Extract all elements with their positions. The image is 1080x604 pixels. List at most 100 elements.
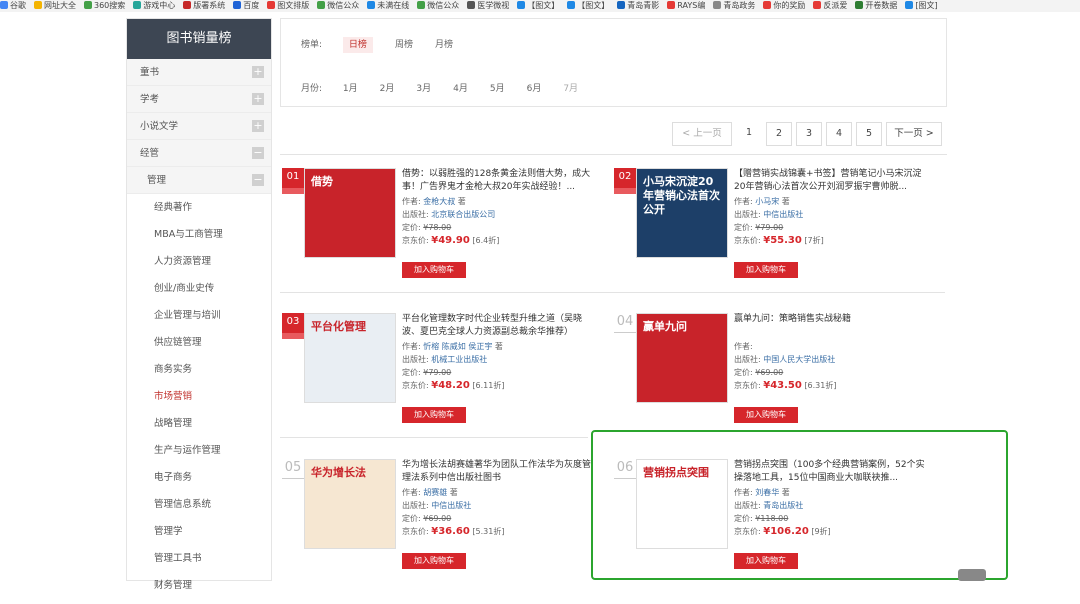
add-to-cart-button[interactable]: 加入购物车 [734,407,798,423]
bookmark-item[interactable]: 医学微视 [467,0,509,12]
month-option[interactable]: 2月 [380,84,395,94]
book-cover[interactable]: 华为增长法 [304,459,396,549]
book-card: 01 借势 借势：以弱胜强的128条黄金法则借大势，成大事！广告界鬼才金枪大叔20年… [282,168,612,313]
bookmark-item[interactable]: 青岛青影 [617,0,659,12]
bookmark-item[interactable]: 网址大全 [34,0,76,12]
collapse-icon[interactable]: − [252,174,264,186]
next-page-button[interactable]: 下一页 > [886,122,942,146]
book-jd-price: 京东价: ¥49.90 [6.4折] [402,235,500,246]
book-publisher: 出版社: 北京联合出版公司 [402,210,496,219]
ranking-option[interactable]: 日榜 [342,37,373,53]
month-option[interactable]: 7月 [563,84,578,94]
sidebar-category[interactable]: 小说文学 + [127,113,271,140]
bookmark-item[interactable]: 开卷数据 [855,0,897,12]
sidebar-item[interactable]: 管理工具书 [127,545,271,572]
book-list-price: 定价: ¥69.00 [402,514,452,523]
book-title[interactable]: 借势：以弱胜强的128条黄金法则借大势，成大事！广告界鬼才金枪大叔20年实战经验… [402,168,598,195]
bookmark-item[interactable]: 你的奖励 [763,0,805,12]
bookmark-item[interactable]: 反派爱 [813,0,847,12]
book-list-price: 定价: ¥79.00 [734,223,784,232]
scrollbar-thumb[interactable] [958,569,986,581]
month-option[interactable]: 6月 [527,84,542,94]
sidebar-item[interactable]: 商务实务 [127,356,271,383]
month-option[interactable]: 3月 [416,84,431,94]
bookmark-item[interactable]: 谷歌 [0,0,26,12]
book-cover[interactable]: 赢单九问 [636,313,728,403]
sidebar-item[interactable]: 企业管理与培训 [127,302,271,329]
sidebar-item[interactable]: 创业/商业史传 [127,275,271,302]
ranking-option[interactable]: 周榜 [395,40,413,50]
book-cover[interactable]: 平台化管理 [304,313,396,403]
page-5[interactable]: 5 [856,122,882,146]
book-list-price: 定价: ¥69.00 [734,368,784,377]
sidebar-category[interactable]: 经管 − [127,140,271,167]
month-option[interactable]: 4月 [453,84,468,94]
sidebar-item[interactable]: MBA与工商管理 [127,221,271,248]
sidebar-item[interactable]: 财务管理 [127,572,271,599]
sidebar-item[interactable]: 生产与运作管理 [127,437,271,464]
expand-icon[interactable]: + [252,93,264,105]
book-author: 作者: 金枪大叔 著 [402,197,466,206]
bookmark-icon [233,1,242,9]
sidebar-item[interactable]: 经典著作 [127,194,271,221]
sidebar-item[interactable]: 管理学 [127,518,271,545]
book-cover[interactable]: 借势 [304,168,396,258]
sidebar-item[interactable]: 市场营销 [127,383,271,410]
book-cover[interactable]: 小马宋沉淀20年营销心法首次公开 [636,168,728,258]
bookmark-icon [84,1,92,9]
sidebar-category[interactable]: 童书 + [127,59,271,86]
sidebar-item[interactable]: 管理信息系统 [127,491,271,518]
bookmark-item[interactable]: 游戏中心 [133,0,175,12]
collapse-icon[interactable]: − [252,147,264,159]
book-title[interactable]: 平台化管理数字时代企业转型升维之道（吴晓波、夏巴克全球人力资源副总裁余华推荐） [402,313,598,340]
book-list-price: 定价: ¥79.00 [402,368,452,377]
add-to-cart-button[interactable]: 加入购物车 [402,553,466,569]
sidebar-item[interactable]: 人力资源管理 [127,248,271,275]
month-option[interactable]: 1月 [343,84,358,94]
bookmark-icon [905,1,914,9]
book-author: 作者: 忻榕 陈威如 侯正宇 著 [402,342,503,351]
bookmark-item[interactable]: 微信公众 [417,0,459,12]
bookmark-item[interactable]: 青岛政务 [713,0,755,12]
category-sidebar: 图书销量榜 童书 + 学考 + 小说文学 + 经管 − 管理 − 经典著作 MBA与工商管理 人力… [126,18,272,591]
book-title[interactable]: 【赠营销实战锦囊+书签】营销笔记小马宋沉淀20年营销心法首次公开刘润罗振宇曹帅脱… [734,168,930,195]
ranking-option[interactable]: 月榜 [435,40,453,50]
sidebar-item[interactable]: 电子商务 [127,464,271,491]
bookmark-item[interactable]: 【图文】 [567,0,609,12]
page-4[interactable]: 4 [826,122,852,146]
book-author: 作者: [734,342,753,351]
bookmark-item[interactable]: RAYS编 [667,0,705,12]
add-to-cart-button[interactable]: 加入购物车 [402,262,466,278]
expand-icon[interactable]: + [252,66,264,78]
page-1[interactable]: 1 [736,122,762,146]
expand-icon[interactable]: + [252,120,264,132]
book-info: 【赠营销实战锦囊+书签】营销笔记小马宋沉淀20年营销心法首次公开刘润罗振宇曹帅脱… [734,168,930,247]
bookmark-item[interactable]: 微信公众 [317,0,359,12]
bookmark-item[interactable]: 百度 [233,0,259,12]
rank-badge: 02 [614,168,636,194]
bookmark-item[interactable]: [图文] [905,0,938,12]
sidebar-item[interactable]: 战略管理 [127,410,271,437]
page-2[interactable]: 2 [766,122,792,146]
sidebar-item[interactable]: 供应链管理 [127,329,271,356]
subcategory-management[interactable]: 管理 − [127,167,271,194]
bookmark-item[interactable]: 【图文】 [517,0,559,12]
book-jd-price: 京东价: ¥36.60 [5.31折] [402,526,505,537]
rank-badge: 04 [614,313,636,333]
book-title[interactable]: 华为增长法胡赛雄著华为团队工作法华为灰度管理法系列中信出版社图书 [402,459,598,486]
book-title[interactable]: 赢单九问：策略销售实战秘籍 [734,313,930,340]
page-3[interactable]: 3 [796,122,822,146]
add-to-cart-button[interactable]: 加入购物车 [402,407,466,423]
bookmark-item[interactable]: 图文排版 [267,0,309,12]
bookmark-item[interactable]: 360搜索 [84,0,125,12]
add-to-cart-button[interactable]: 加入购物车 [734,262,798,278]
book-card: 03 平台化管理 平台化管理数字时代企业转型升维之道（吴晓波、夏巴克全球人力资源副总… [282,313,612,458]
bookmark-icon [567,1,576,9]
bookmark-item[interactable]: 版署系统 [183,0,225,12]
prev-page-button[interactable]: < 上一页 [672,122,732,146]
book-publisher: 出版社: 中信出版社 [402,501,472,510]
bookmark-item[interactable]: 未满在线 [367,0,409,12]
sidebar-category[interactable]: 学考 + [127,86,271,113]
bookmark-icon [34,1,42,9]
month-option[interactable]: 5月 [490,84,505,94]
